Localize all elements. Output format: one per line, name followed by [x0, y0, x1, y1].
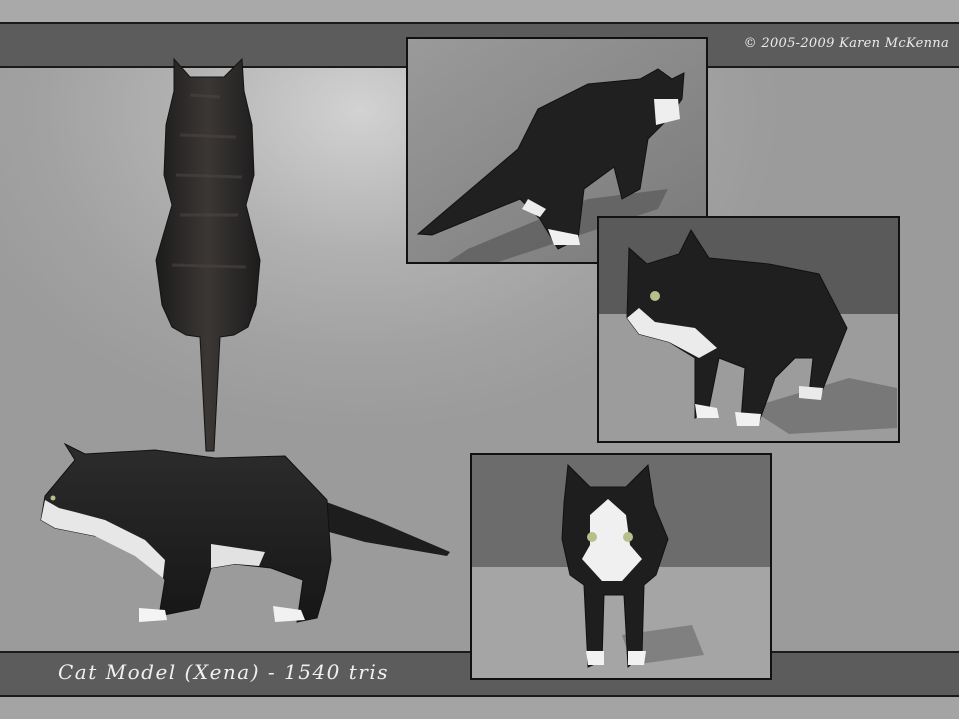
model-caption: Cat Model (Xena) - 1540 tris [58, 660, 390, 684]
cat-front-render [472, 455, 770, 678]
copyright-text: © 2005-2009 Karen McKenna [743, 36, 949, 51]
cat-front-three-quarter-render [599, 218, 898, 441]
render-front [470, 453, 772, 680]
render-front-three-quarter [597, 216, 900, 443]
model-sheet: © 2005-2009 Karen McKenna Cat Model (Xen… [0, 0, 959, 719]
cat-top-view [155, 57, 261, 452]
top-strip [0, 0, 959, 22]
cat-side-view [40, 442, 450, 623]
bottom-strip [0, 697, 959, 719]
